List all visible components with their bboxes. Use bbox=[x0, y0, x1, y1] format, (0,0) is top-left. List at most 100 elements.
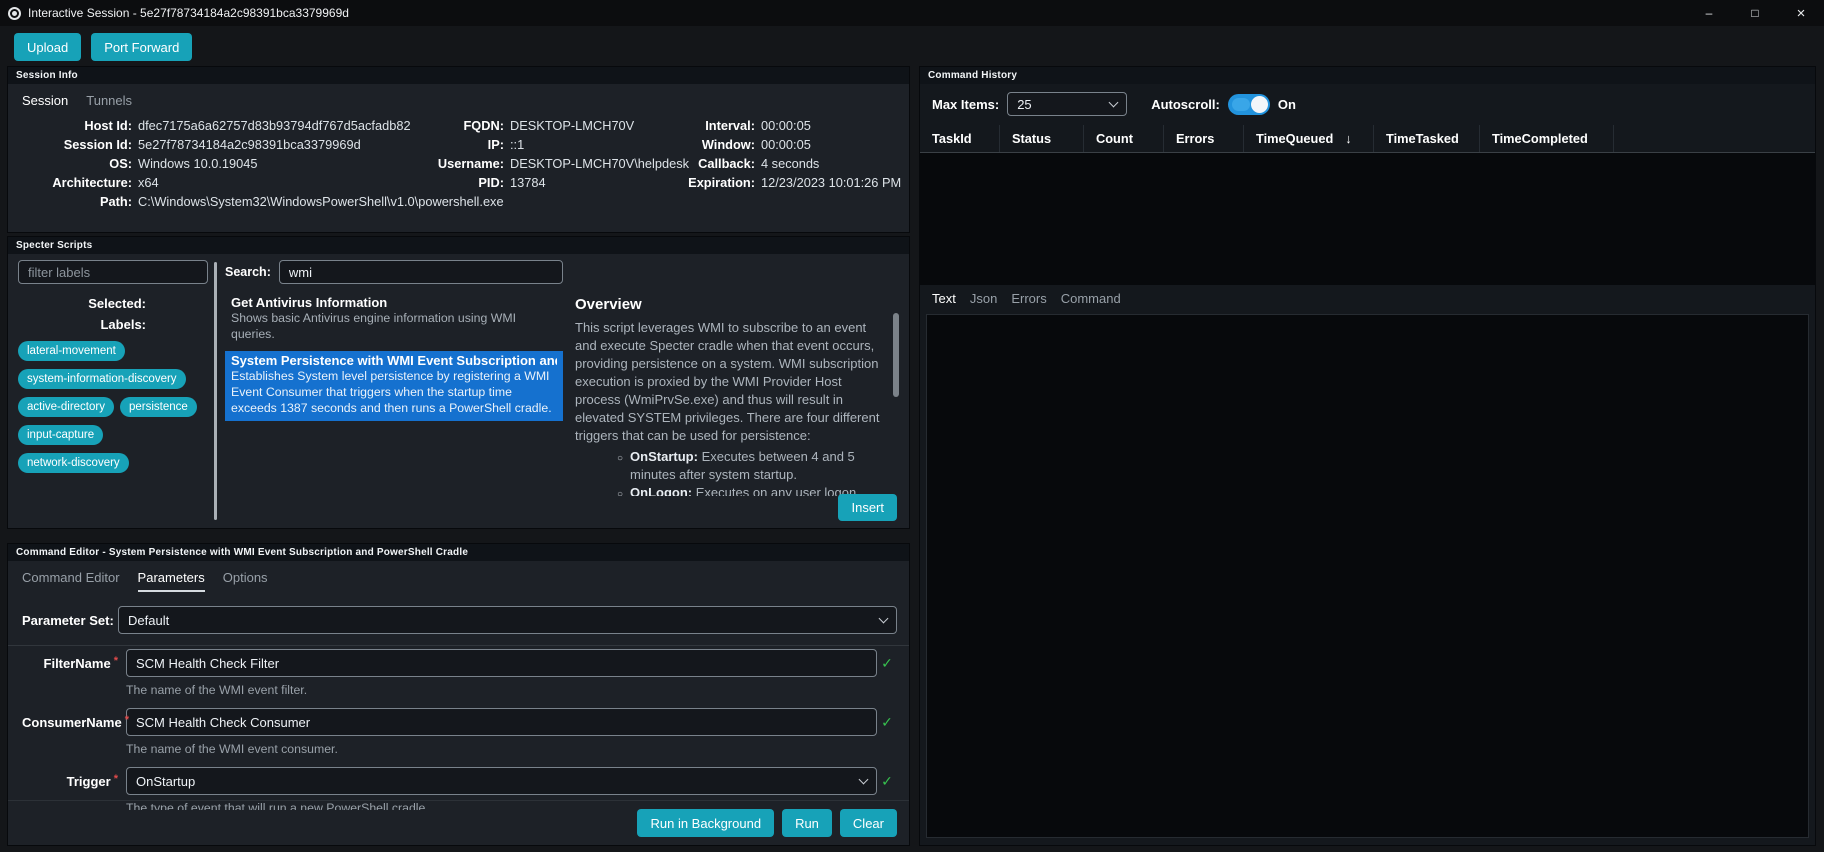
autoscroll-toggle[interactable] bbox=[1227, 93, 1270, 115]
output-area[interactable] bbox=[926, 314, 1809, 838]
close-icon: × bbox=[1796, 4, 1806, 22]
upload-button[interactable]: Upload bbox=[14, 33, 82, 61]
chevron-down-icon bbox=[858, 774, 869, 784]
max-items-value: 25 bbox=[1017, 96, 1032, 112]
column-header-timecompleted[interactable]: TimeCompleted bbox=[1480, 125, 1614, 152]
close-button[interactable]: × bbox=[1778, 0, 1824, 26]
port-forward-button[interactable]: Port Forward bbox=[91, 33, 193, 61]
tab-tunnels[interactable]: Tunnels bbox=[86, 93, 132, 108]
param-help: The name of the WMI event consumer. bbox=[126, 742, 338, 756]
overview-scrollbar[interactable] bbox=[893, 313, 899, 397]
history-table-header: TaskId Status Count Errors TimeQueued ↓ T… bbox=[920, 125, 1815, 153]
session-info-panel: Session Info Session Tunnels Host Id: dfe… bbox=[7, 66, 910, 233]
label-chip[interactable]: lateral-movement bbox=[18, 341, 125, 361]
specter-scripts-content: Selected: Labels: lateral-movement syste… bbox=[8, 254, 909, 528]
run-button[interactable]: Run bbox=[782, 809, 832, 837]
tab-session[interactable]: Session bbox=[22, 93, 68, 108]
field-label: Session Id: bbox=[63, 137, 132, 152]
parameter-set-select[interactable]: Default bbox=[118, 606, 897, 634]
tab-text[interactable]: Text bbox=[932, 291, 956, 311]
field-label: Window: bbox=[701, 137, 755, 152]
bullet-lead: OnStartup: bbox=[630, 449, 698, 464]
tab-command[interactable]: Command bbox=[1061, 291, 1121, 311]
field-value: Windows 10.0.19045 bbox=[138, 156, 258, 171]
tab-options[interactable]: Options bbox=[223, 570, 268, 592]
session-fields-col1: Host Id: dfec7175a6a62757d83b93794df767d5… bbox=[22, 116, 503, 211]
overview-column: Overview This script leverages WMI to su… bbox=[575, 296, 899, 496]
overview-heading: Overview bbox=[575, 296, 642, 313]
check-icon: ✓ bbox=[881, 772, 893, 789]
autoscroll-state: On bbox=[1277, 96, 1296, 112]
scripts-column: Search: Get Antivirus Information Shows … bbox=[225, 260, 563, 522]
search-label: Search: bbox=[225, 265, 271, 279]
tab-json[interactable]: Json bbox=[970, 291, 997, 311]
script-item-title: System Persistence with WMI Event Subscr… bbox=[231, 353, 557, 368]
column-header-errors[interactable]: Errors bbox=[1164, 125, 1244, 152]
toggle-knob bbox=[1250, 95, 1268, 113]
script-search-input[interactable] bbox=[278, 260, 563, 284]
app-icon bbox=[8, 6, 21, 20]
parameter-set-label: Parameter Set: bbox=[22, 612, 114, 628]
param-label: FilterName * bbox=[43, 654, 118, 671]
command-history-header: Command History bbox=[920, 67, 1815, 84]
consumername-input[interactable] bbox=[126, 708, 877, 736]
session-fields-col3: Interval: 00:00:05 Window: 00:00:05 Callba… bbox=[667, 116, 909, 211]
command-history-content: Max Items: 25 Autoscroll: On TaskId Stat… bbox=[920, 84, 1815, 845]
param-group-filtername: FilterName* ✓ The name of the WMI event … bbox=[22, 649, 897, 698]
script-item-selected[interactable]: System Persistence with WMI Event Subscr… bbox=[225, 351, 563, 421]
window-controls: – □ × bbox=[1686, 0, 1824, 26]
run-in-background-button[interactable]: Run in Background bbox=[637, 809, 775, 837]
parameters-form: FilterName* ✓ The name of the WMI event … bbox=[8, 646, 909, 810]
label-chip[interactable]: input-capture bbox=[18, 425, 104, 445]
field-value: DESKTOP-LMCH70V\helpdesk bbox=[510, 156, 689, 171]
toolbar: Upload Port Forward bbox=[0, 26, 1824, 68]
column-header-filler bbox=[1614, 125, 1815, 152]
field-value: ::1 bbox=[510, 137, 525, 152]
field-value: 5e27f78734184a2c98391bca3379969d bbox=[138, 137, 361, 152]
label-chip[interactable]: active-directory bbox=[18, 397, 114, 417]
trigger-select[interactable]: OnStartup bbox=[126, 767, 877, 795]
script-list: Get Antivirus Information Shows basic An… bbox=[225, 293, 563, 421]
tab-command-editor[interactable]: Command Editor bbox=[22, 570, 120, 592]
script-item[interactable]: Get Antivirus Information Shows basic An… bbox=[225, 293, 563, 347]
param-label: ConsumerName * bbox=[22, 713, 129, 730]
field-value: 12/23/2023 10:01:26 PM bbox=[761, 175, 902, 190]
insert-button[interactable]: Insert bbox=[838, 494, 897, 521]
check-icon: ✓ bbox=[881, 654, 893, 671]
specter-scripts-header: Specter Scripts bbox=[8, 237, 909, 254]
filtername-input[interactable] bbox=[126, 649, 877, 677]
required-marker: * bbox=[113, 772, 118, 785]
column-header-timequeued[interactable]: TimeQueued ↓ bbox=[1244, 125, 1374, 152]
max-items-select[interactable]: 25 bbox=[1007, 92, 1128, 116]
overview-bullet: ○ OnStartup: Executes between 4 and 5 mi… bbox=[575, 448, 887, 484]
label-chip[interactable]: persistence bbox=[119, 397, 197, 417]
title-bar: Interactive Session - 5e27f78734184a2c98… bbox=[0, 0, 1824, 26]
tab-errors[interactable]: Errors bbox=[1011, 291, 1046, 311]
clear-button[interactable]: Clear bbox=[839, 809, 897, 837]
overview-body: This script leverages WMI to subscribe t… bbox=[575, 320, 880, 443]
field-value: dfec7175a6a62757d83b93794df767d5acfadb82 bbox=[138, 118, 411, 133]
check-icon: ✓ bbox=[881, 713, 893, 730]
filter-labels-input[interactable] bbox=[18, 260, 208, 284]
minimize-button[interactable]: – bbox=[1686, 0, 1732, 26]
chevron-down-icon bbox=[1108, 97, 1119, 107]
label-chip[interactable]: network-discovery bbox=[18, 453, 129, 473]
script-item-title: Get Antivirus Information bbox=[231, 295, 388, 310]
labels-scrollbar[interactable] bbox=[214, 262, 217, 520]
tab-parameters[interactable]: Parameters bbox=[137, 570, 205, 592]
column-header-status[interactable]: Status bbox=[1000, 125, 1084, 152]
sort-desc-icon[interactable]: ↓ bbox=[1345, 131, 1351, 146]
bullet-lead: OnLogon: bbox=[630, 485, 693, 496]
label-chip[interactable]: system-information-discovery bbox=[18, 369, 186, 389]
session-fields: Host Id: dfec7175a6a62757d83b93794df767d5… bbox=[8, 113, 909, 211]
column-header-timetasked[interactable]: TimeTasked bbox=[1374, 125, 1480, 152]
maximize-button[interactable]: □ bbox=[1732, 0, 1778, 26]
field-label: Host Id: bbox=[84, 118, 132, 133]
field-label: OS: bbox=[109, 156, 132, 171]
field-label: PID: bbox=[478, 175, 504, 190]
bullet-text: Executes on any user logon. bbox=[695, 485, 860, 496]
column-header-count[interactable]: Count bbox=[1084, 125, 1164, 152]
column-header-taskid[interactable]: TaskId bbox=[920, 125, 1000, 152]
script-item-description: Shows basic Antivirus engine information… bbox=[231, 311, 517, 341]
field-label: Username: bbox=[437, 156, 504, 171]
